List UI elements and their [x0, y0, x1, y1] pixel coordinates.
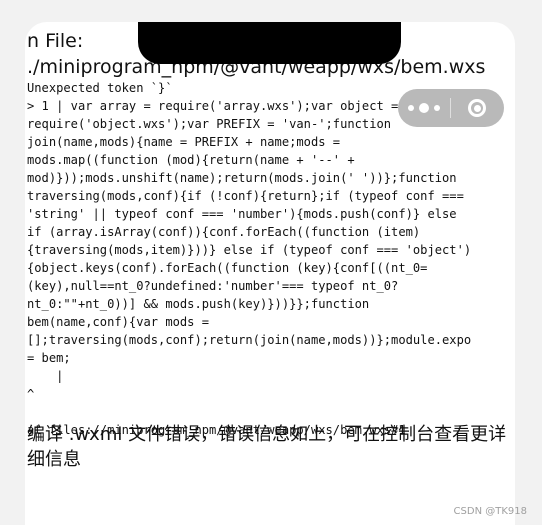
code-line: [];traversing(mods,conf);return(join(nam… — [27, 333, 472, 347]
code-line: nt_0:""+nt_0))] && mods.push(key)}))}};f… — [27, 297, 370, 311]
code-line: = bem; — [27, 351, 71, 365]
close-ring-dot — [473, 104, 481, 112]
device-notch — [138, 22, 401, 64]
code-caret-line: ^ — [27, 387, 35, 401]
code-line: 'string' || typeof conf === 'number'){mo… — [27, 207, 457, 221]
code-line: require('object.wxs');var PREFIX = 'van-… — [27, 117, 392, 131]
close-circle-icon[interactable] — [451, 89, 503, 127]
code-line: {traversing(mods,item)}))} else if (type… — [27, 243, 472, 257]
code-line: bem(name,conf){var mods = — [27, 315, 210, 329]
code-line: {object.keys(conf).forEach((function (ke… — [27, 261, 428, 275]
code-line: > 1 | var array = require('array.wxs');v… — [27, 99, 399, 113]
error-code-block: Unexpected token `}` > 1 | var array = r… — [27, 79, 515, 439]
error-file-title: n File: — [27, 30, 84, 52]
code-line: join(name,mods){name = PREFIX + name;mod… — [27, 135, 341, 149]
code-line: mods.map((function (mod){return(name + '… — [27, 153, 355, 167]
code-pointer-line: | — [27, 369, 64, 383]
menu-capsule — [398, 89, 504, 127]
dot — [434, 105, 440, 111]
dot — [419, 103, 429, 113]
more-dots-icon[interactable] — [398, 89, 450, 127]
close-ring — [468, 99, 486, 117]
watermark: CSDN @TK918 — [453, 506, 527, 517]
code-line: traversing(mods,conf){if (!conf){return}… — [27, 189, 464, 203]
code-line: (key),null==nt_0?undefined:'number'=== t… — [27, 279, 399, 293]
code-line: if (array.isArray(conf)){conf.forEach((f… — [27, 225, 421, 239]
code-line: mod)}));mods.unshift(name);return(mods.j… — [27, 171, 457, 185]
error-message: Unexpected token `}` — [27, 81, 173, 95]
compile-error-summary: 编译 .wxml 文件错误，错误信息如上，可在控制台查看更详细信息 — [27, 424, 507, 470]
dot — [408, 105, 414, 111]
